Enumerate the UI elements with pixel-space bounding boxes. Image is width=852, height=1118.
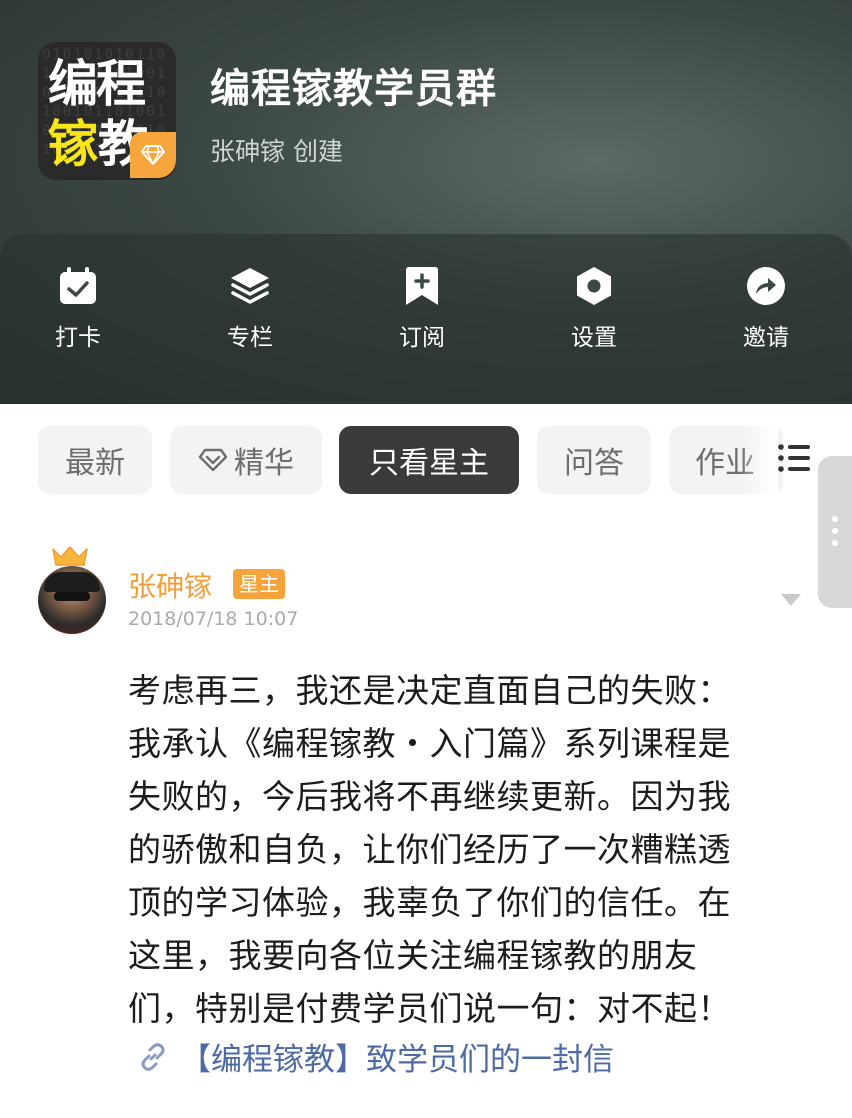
tab-qa[interactable]: 问答 <box>537 426 651 494</box>
author-name[interactable]: 张砷镓 <box>128 565 212 605</box>
action-bar: 打卡 专栏 订阅 设置 邀请 <box>0 234 852 404</box>
tab-label: 精华 <box>234 446 294 481</box>
post-content: 考虑再三，我还是决定直面自己的失败： 我承认《编程镓教・入门篇》系列课程是 失败… <box>128 664 788 1035</box>
tab-label: 只看星主 <box>369 446 489 481</box>
diamond-icon <box>198 447 228 473</box>
action-checkin[interactable]: 打卡 <box>18 264 138 352</box>
diamond-icon <box>130 132 176 178</box>
article-link[interactable]: 【编程镓教】致学员们的一封信 <box>138 1034 614 1079</box>
action-column[interactable]: 专栏 <box>190 264 310 352</box>
action-label: 打卡 <box>55 325 101 351</box>
post-line: 这里，我要向各位关注编程镓教的朋友 <box>128 936 698 975</box>
tab-scroll-fade <box>740 426 778 494</box>
list-menu-icon[interactable] <box>777 440 813 476</box>
action-invite[interactable]: 邀请 <box>706 264 826 352</box>
tab-owner-only[interactable]: 只看星主 <box>339 426 519 494</box>
action-subscribe[interactable]: 订阅 <box>362 264 482 352</box>
post-line: 顶的学习体验，我辜负了你们的信任。在 <box>128 883 731 922</box>
author-avatar[interactable] <box>38 566 106 634</box>
post-line: 我承认《编程镓教・入门篇》系列课程是 <box>128 724 731 763</box>
tab-featured[interactable]: 精华 <box>170 426 322 494</box>
side-drawer-handle[interactable] <box>818 456 852 608</box>
link-icon <box>138 1042 168 1072</box>
post-line: 考虑再三，我还是决定直面自己的失败： <box>128 671 731 710</box>
tab-latest[interactable]: 最新 <box>38 426 152 494</box>
post-timestamp: 2018/07/18 10:07 <box>128 608 299 630</box>
tab-label: 最新 <box>65 446 125 481</box>
group-title: 编程镓教学员群 <box>210 66 497 112</box>
filter-tabs: 最新 精华 只看星主 问答 作业 <box>0 404 852 514</box>
chevron-down-icon[interactable] <box>780 592 802 611</box>
post-line: 失败的，今后我将不再继续更新。因为我 <box>128 777 731 816</box>
calendar-check-icon <box>18 264 138 308</box>
bookmark-plus-icon <box>362 264 482 308</box>
action-label: 邀请 <box>743 325 789 351</box>
logo-text-top: 编程 <box>48 55 146 113</box>
vertical-dots-icon <box>832 516 838 552</box>
post-line: 的骄傲和自负，让你们经历了一次糟糕透 <box>128 830 731 869</box>
post-line: 们，特别是付费学员们说一句：对不起！ <box>128 989 731 1028</box>
article-link-text: 【编程镓教】致学员们的一封信 <box>180 1042 614 1078</box>
hexagon-settings-icon <box>534 264 654 308</box>
logo-text-yellow: 镓 <box>48 115 98 173</box>
layers-icon <box>190 264 310 308</box>
share-arrow-icon <box>706 264 826 308</box>
action-label: 设置 <box>571 325 617 351</box>
action-label: 专栏 <box>227 325 273 351</box>
group-header: 0101010101101001011010010110100101101001… <box>0 0 852 404</box>
action-label: 订阅 <box>399 325 445 351</box>
tab-label: 问答 <box>564 446 624 481</box>
owner-badge: 星主 <box>233 569 285 599</box>
group-creator[interactable]: 张砷镓 创建 <box>210 132 343 168</box>
action-settings[interactable]: 设置 <box>534 264 654 352</box>
